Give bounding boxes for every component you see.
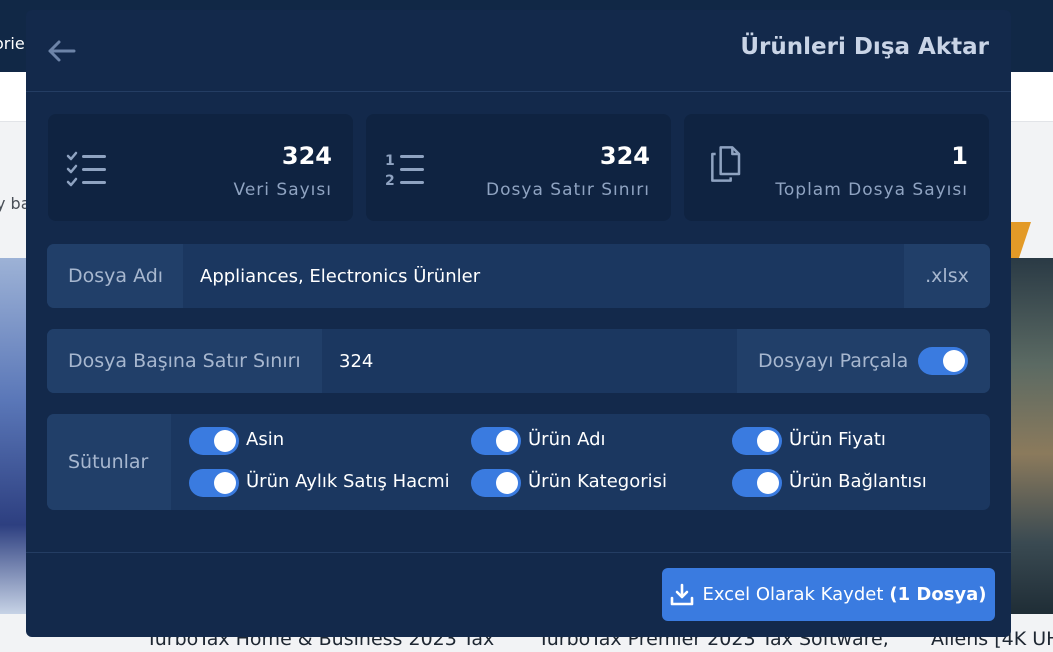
stat-value: 1 bbox=[951, 142, 968, 170]
background-product-image-left bbox=[0, 258, 26, 614]
row-limit-row: Dosya Başına Satır Sınırı Dosyayı Parçal… bbox=[47, 329, 990, 393]
back-button[interactable] bbox=[44, 36, 78, 66]
stat-label: Toplam Dosya Sayısı bbox=[775, 180, 968, 200]
checklist-icon bbox=[66, 151, 106, 187]
toggle-knob bbox=[214, 430, 236, 452]
column-label: Asin bbox=[246, 429, 285, 450]
column-toggle-product-link[interactable] bbox=[732, 469, 782, 497]
save-excel-button[interactable]: Excel Olarak Kaydet (1 Dosya) bbox=[662, 568, 995, 621]
arrow-left-icon bbox=[48, 40, 76, 62]
column-label: Ürün Aylık Satış Hacmi bbox=[246, 471, 450, 492]
row-limit-input[interactable] bbox=[322, 329, 734, 393]
column-label: Ürün Adı bbox=[528, 429, 606, 450]
column-label: Ürün Fiyatı bbox=[789, 429, 886, 450]
row-limit-label: Dosya Başına Satır Sınırı bbox=[47, 329, 322, 393]
background-nav-text: orie bbox=[0, 34, 25, 53]
save-button-count: (1 Dosya) bbox=[889, 584, 987, 605]
column-toggle-asin[interactable] bbox=[189, 427, 239, 455]
toggle-knob bbox=[757, 430, 779, 452]
file-extension: .xlsx bbox=[904, 244, 990, 308]
background-product-badge bbox=[1011, 222, 1031, 258]
toggle-knob bbox=[943, 350, 965, 372]
modal-footer-divider bbox=[26, 552, 1011, 553]
toggle-knob bbox=[214, 472, 236, 494]
file-name-row: Dosya Adı .xlsx bbox=[47, 244, 990, 308]
stat-label: Veri Sayısı bbox=[233, 180, 332, 200]
download-icon bbox=[671, 583, 694, 605]
column-label: Ürün Kategorisi bbox=[528, 471, 667, 492]
column-toggle-product-price[interactable] bbox=[732, 427, 782, 455]
stat-value: 324 bbox=[281, 142, 332, 170]
columns-row: Sütunlar Asin Ürün Adı Ürün Fiyatı Ürün … bbox=[47, 414, 990, 510]
columns-label: Sütunlar bbox=[47, 414, 171, 510]
toggle-knob bbox=[496, 472, 518, 494]
file-name-label: Dosya Adı bbox=[47, 244, 183, 308]
svg-text:1: 1 bbox=[385, 153, 395, 169]
numbered-list-icon: 1 2 bbox=[385, 153, 424, 189]
split-file-toggle[interactable] bbox=[918, 347, 968, 375]
save-button-label: Excel Olarak Kaydet bbox=[702, 584, 884, 605]
export-modal: Ürünleri Dışa Aktar 324 Veri Sayısı 1 2 … bbox=[26, 10, 1011, 637]
svg-text:2: 2 bbox=[385, 173, 395, 189]
toggle-knob bbox=[757, 472, 779, 494]
split-file-label: Dosyayı Parçala bbox=[758, 350, 909, 372]
modal-header: Ürünleri Dışa Aktar bbox=[26, 10, 1011, 92]
column-toggle-product-name[interactable] bbox=[471, 427, 521, 455]
column-toggle-monthly-sales[interactable] bbox=[189, 469, 239, 497]
stat-card-row-limit: 1 2 324 Dosya Satır Sınırı bbox=[366, 114, 671, 221]
column-label: Ürün Bağlantısı bbox=[789, 471, 927, 492]
stat-value: 324 bbox=[599, 142, 650, 170]
column-toggle-product-category[interactable] bbox=[471, 469, 521, 497]
toggle-knob bbox=[496, 430, 518, 452]
file-name-input[interactable] bbox=[183, 244, 903, 308]
stat-label: Dosya Satır Sınırı bbox=[486, 180, 650, 200]
copy-files-icon bbox=[711, 146, 741, 182]
background-product-image-right bbox=[1011, 258, 1053, 614]
stat-card-file-count: 1 Toplam Dosya Sayısı bbox=[684, 114, 989, 221]
modal-title: Ürünleri Dışa Aktar bbox=[740, 34, 989, 60]
stat-card-record-count: 324 Veri Sayısı bbox=[48, 114, 353, 221]
